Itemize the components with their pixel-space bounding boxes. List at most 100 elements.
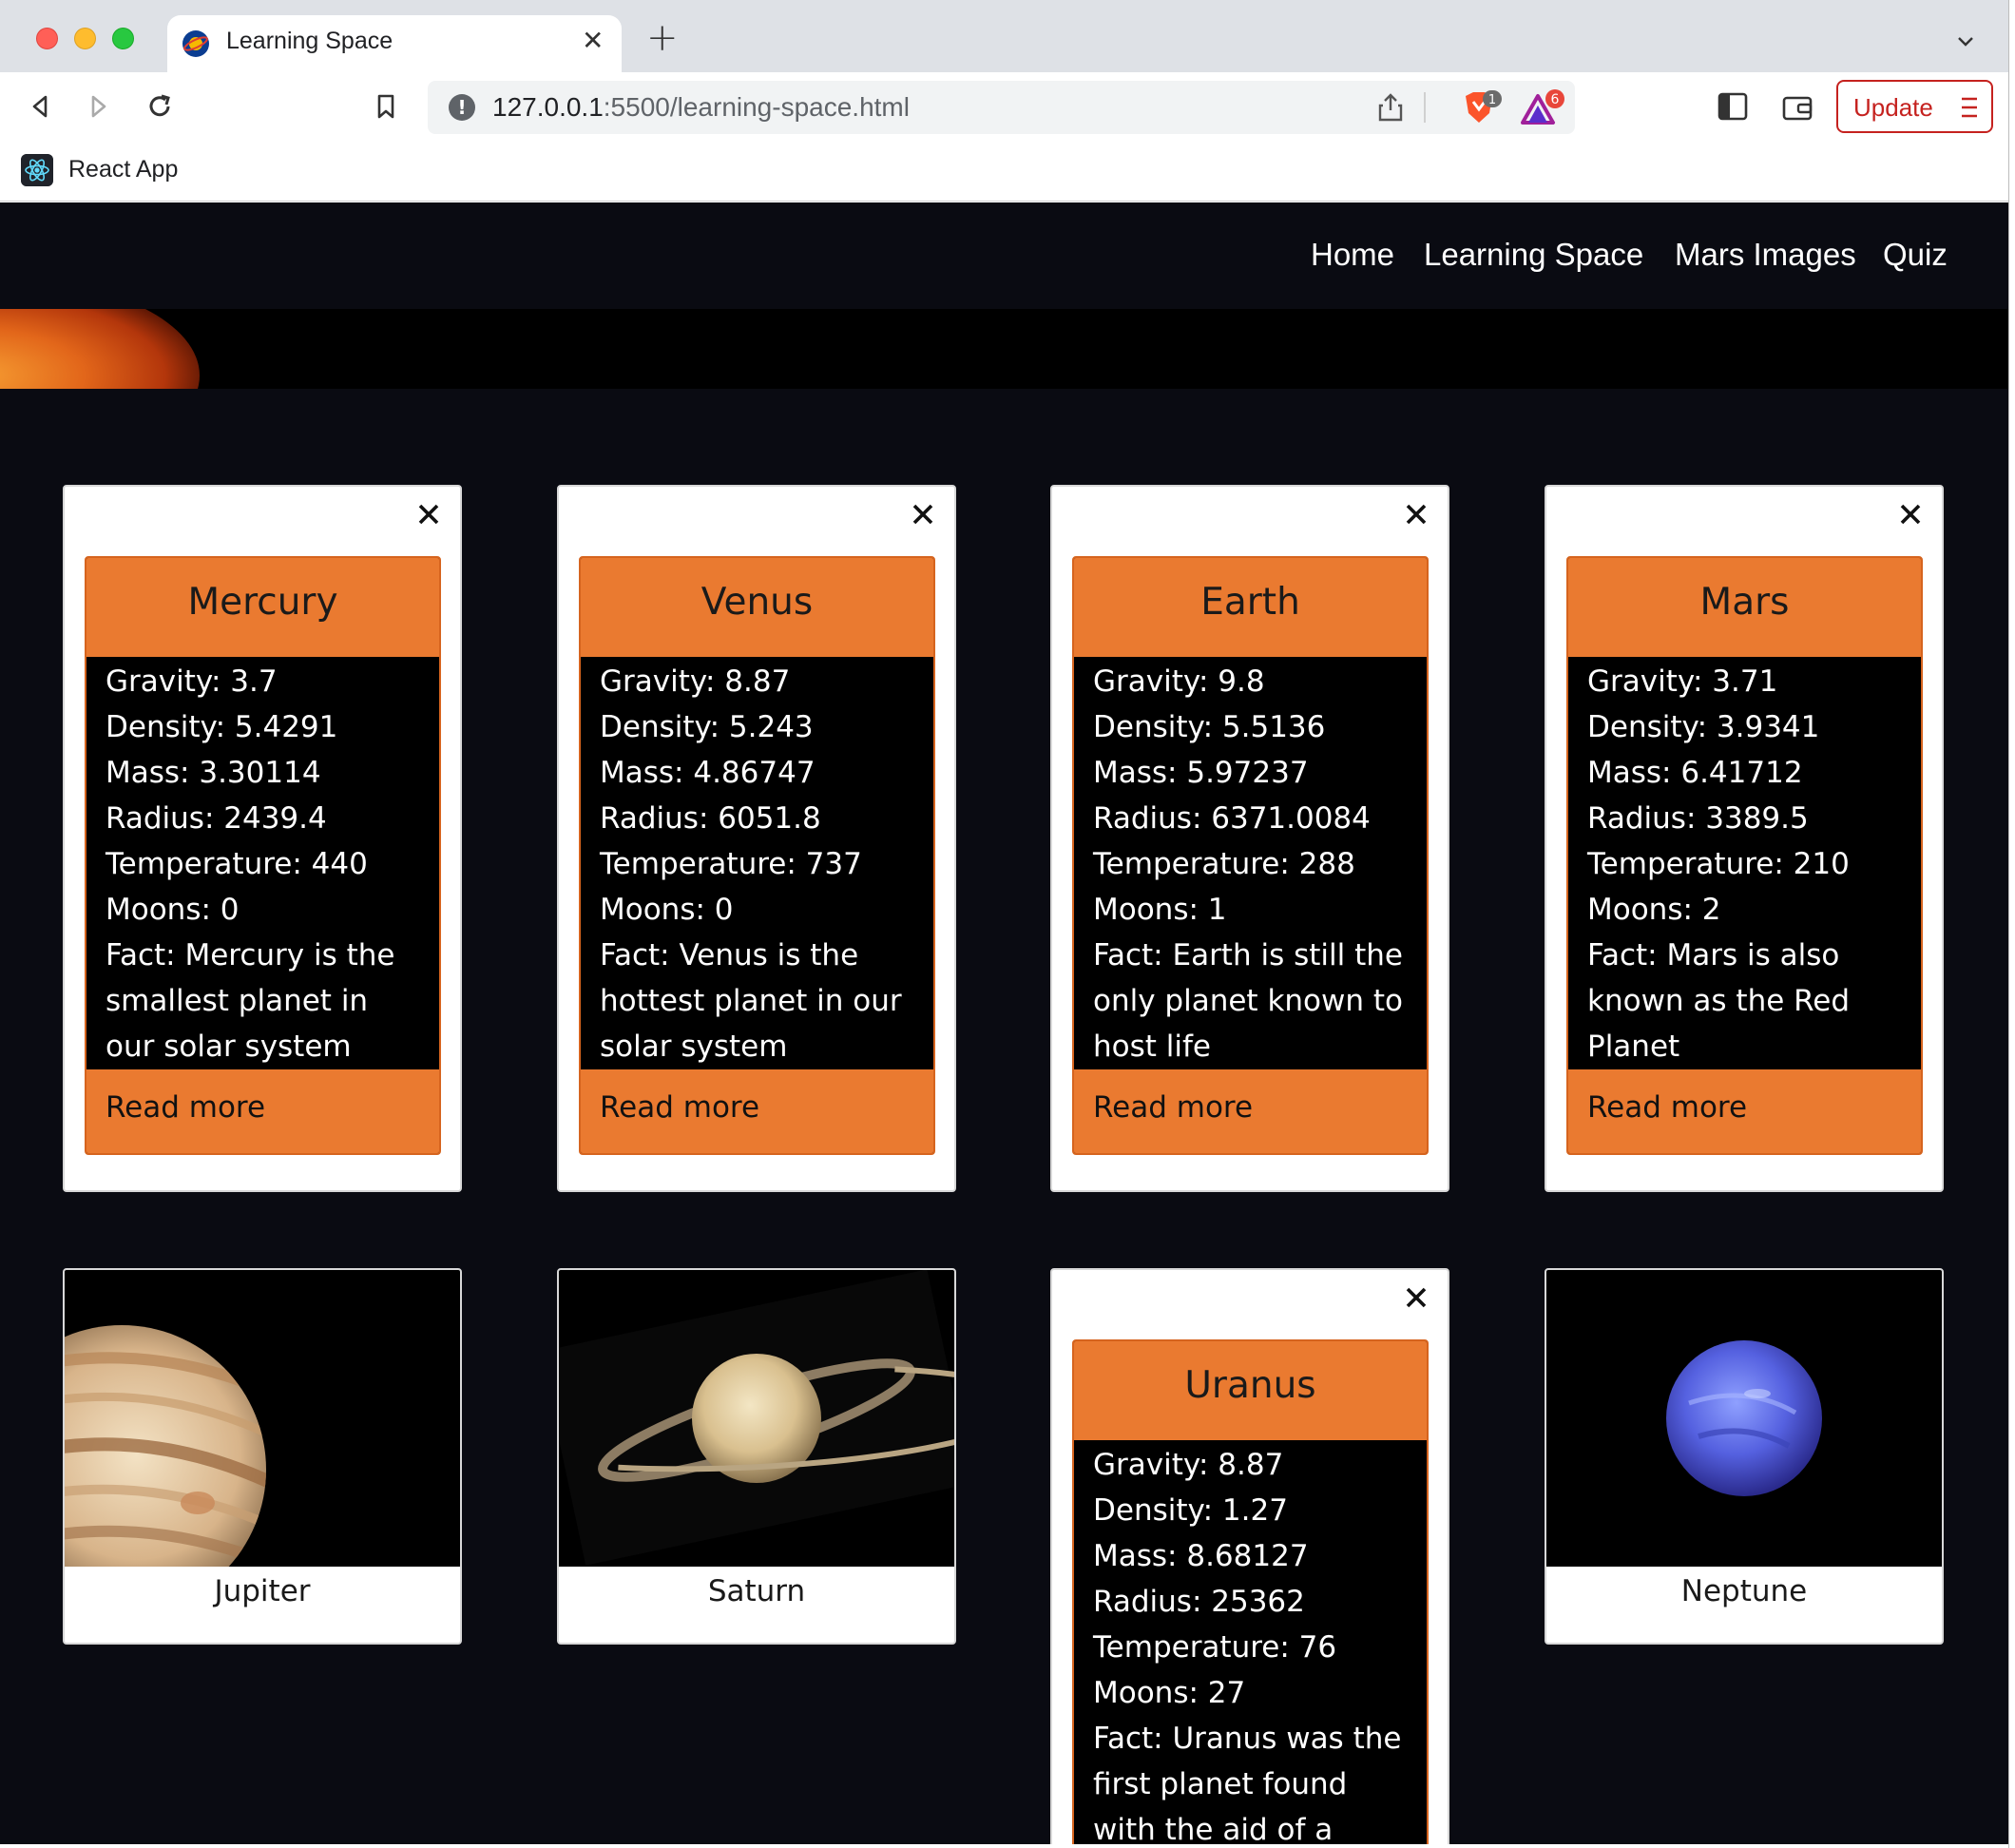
planet-info-panel: Venus Gravity: 8.87 Density: 5.243 Mass:…: [579, 556, 935, 1155]
url-text[interactable]: 127.0.0.1:5500/learning-space.html: [492, 92, 910, 123]
planet-card-venus: Venus Gravity: 8.87 Density: 5.243 Mass:…: [557, 485, 956, 1192]
planet-fact: Fact: Earth is still the only planet kno…: [1093, 938, 1403, 1064]
tab-search-chevron-icon[interactable]: [1956, 32, 1975, 51]
gravity-stat: Gravity: 3.7: [106, 664, 278, 699]
page-content: Home Learning Space Mars Images Quiz Mer…: [0, 202, 2008, 1844]
planet-info-panel: Uranus Gravity: 8.87 Density: 1.27 Mass:…: [1072, 1339, 1429, 1844]
read-more-link[interactable]: Read more: [1568, 1069, 1921, 1153]
close-icon[interactable]: [1404, 502, 1429, 527]
planet-info-panel: Earth Gravity: 9.8 Density: 5.5136 Mass:…: [1072, 556, 1429, 1155]
minimize-window-button[interactable]: [74, 28, 96, 49]
gravity-stat: Gravity: 9.8: [1093, 664, 1265, 699]
nav-link-mars-images[interactable]: Mars Images: [1675, 237, 1856, 273]
bookmark-icon[interactable]: [369, 89, 403, 124]
saturn-image: [559, 1270, 954, 1567]
planet-fact: Fact: Mercury is the smallest planet in …: [106, 938, 395, 1064]
gravity-stat: Gravity: 3.71: [1587, 664, 1778, 699]
brave-rewards-icon[interactable]: 6: [1519, 88, 1566, 128]
temperature-stat: Temperature: 440: [106, 847, 368, 881]
moons-stat: Moons: 27: [1093, 1676, 1246, 1710]
back-icon[interactable]: [23, 89, 57, 124]
planet-name: Mars: [1568, 558, 1921, 657]
nav-link-learning-space[interactable]: Learning Space: [1424, 237, 1643, 273]
gravity-stat: Gravity: 8.87: [1093, 1448, 1284, 1482]
read-more-link[interactable]: Read more: [1074, 1069, 1427, 1153]
wallet-icon[interactable]: [1781, 93, 1814, 122]
toolbar-separator: [1424, 92, 1426, 123]
planet-stats: Gravity: 3.71 Density: 3.9341 Mass: 6.41…: [1568, 657, 1921, 1069]
reload-icon[interactable]: [143, 89, 177, 124]
planet-caption: Jupiter: [214, 1574, 311, 1608]
planet-card-earth: Earth Gravity: 9.8 Density: 5.5136 Mass:…: [1050, 485, 1449, 1192]
background-window-edge: [2008, 0, 2015, 1848]
planet-image-card-saturn[interactable]: Saturn: [557, 1268, 956, 1645]
svg-text:6: 6: [1551, 92, 1560, 107]
planet-caption: Neptune: [1680, 1574, 1808, 1608]
maximize-window-button[interactable]: [112, 28, 134, 49]
close-icon[interactable]: [911, 502, 935, 527]
radius-stat: Radius: 3389.5: [1587, 801, 1809, 836]
close-icon[interactable]: [1898, 502, 1923, 527]
planet-image-card-jupiter[interactable]: Jupiter: [63, 1268, 462, 1645]
moons-stat: Moons: 0: [106, 893, 240, 927]
planet-card-mercury: Mercury Gravity: 3.7 Density: 5.4291 Mas…: [63, 485, 462, 1192]
mass-stat: Mass: 6.41712: [1587, 756, 1803, 790]
brave-shields-icon[interactable]: 1: [1460, 88, 1502, 128]
mass-stat: Mass: 4.86747: [600, 756, 816, 790]
planet-name: Uranus: [1074, 1341, 1427, 1440]
radius-stat: Radius: 6371.0084: [1093, 801, 1371, 836]
planet-stats: Gravity: 9.8 Density: 5.5136 Mass: 5.972…: [1074, 657, 1427, 1069]
mass-stat: Mass: 3.30114: [106, 756, 321, 790]
close-window-button[interactable]: [36, 28, 58, 49]
close-icon[interactable]: [1404, 1285, 1429, 1310]
bookmark-react-app[interactable]: React App: [68, 156, 178, 183]
neptune-image: [1546, 1270, 1942, 1567]
hero-banner: [0, 309, 2008, 389]
site-nav: Home Learning Space Mars Images Quiz: [0, 202, 2008, 309]
saturn-illustration: [559, 1270, 954, 1566]
read-more-link[interactable]: Read more: [86, 1069, 439, 1153]
density-stat: Density: 5.4291: [106, 710, 338, 744]
planet-fact: Fact: Uranus was the first planet found …: [1093, 1722, 1402, 1844]
planet-image-card-neptune[interactable]: Neptune: [1545, 1268, 1944, 1645]
new-tab-button[interactable]: +: [646, 19, 679, 57]
tab-close-icon[interactable]: ✕: [582, 25, 604, 56]
temperature-stat: Temperature: 210: [1587, 847, 1850, 881]
site-info-icon[interactable]: !: [449, 94, 475, 121]
density-stat: Density: 5.5136: [1093, 710, 1326, 744]
planet-fact: Fact: Mars is also known as the Red Plan…: [1587, 938, 1851, 1064]
density-stat: Density: 5.243: [600, 710, 814, 744]
tab-learning-space[interactable]: Learning Space ✕: [167, 15, 622, 72]
sidebar-toggle-icon[interactable]: [1717, 91, 1749, 122]
moons-stat: Moons: 2: [1587, 893, 1721, 927]
close-icon[interactable]: [416, 502, 441, 527]
gravity-stat: Gravity: 8.87: [600, 664, 791, 699]
nasa-favicon-icon: [182, 30, 209, 57]
radius-stat: Radius: 25362: [1093, 1585, 1305, 1619]
bookmarks-bar: React App: [0, 141, 2008, 202]
planet-stats: Gravity: 3.7 Density: 5.4291 Mass: 3.301…: [86, 657, 439, 1069]
address-bar[interactable]: ! 127.0.0.1:5500/learning-space.html 1 6: [428, 81, 1575, 134]
tab-strip: Learning Space ✕ +: [0, 0, 2008, 72]
density-stat: Density: 3.9341: [1587, 710, 1820, 744]
menu-icon: [1962, 97, 1977, 118]
radius-stat: Radius: 2439.4: [106, 801, 327, 836]
read-more-link[interactable]: Read more: [581, 1069, 933, 1153]
radius-stat: Radius: 6051.8: [600, 801, 821, 836]
nav-link-quiz[interactable]: Quiz: [1883, 237, 1948, 273]
planet-name: Earth: [1074, 558, 1427, 657]
moons-stat: Moons: 1: [1093, 893, 1227, 927]
forward-icon[interactable]: [82, 89, 116, 124]
planet-info-panel: Mercury Gravity: 3.7 Density: 5.4291 Mas…: [85, 556, 441, 1155]
nav-link-home[interactable]: Home: [1311, 237, 1394, 273]
react-logo-icon[interactable]: [21, 154, 53, 186]
jupiter-illustration: [65, 1325, 266, 1567]
mass-stat: Mass: 5.97237: [1093, 756, 1309, 790]
jupiter-image: [65, 1270, 460, 1567]
share-icon[interactable]: [1376, 92, 1405, 123]
tab-title: Learning Space: [226, 28, 393, 54]
density-stat: Density: 1.27: [1093, 1493, 1288, 1528]
moons-stat: Moons: 0: [600, 893, 734, 927]
planet-name: Mercury: [86, 558, 439, 657]
update-button[interactable]: Update: [1836, 80, 1993, 133]
